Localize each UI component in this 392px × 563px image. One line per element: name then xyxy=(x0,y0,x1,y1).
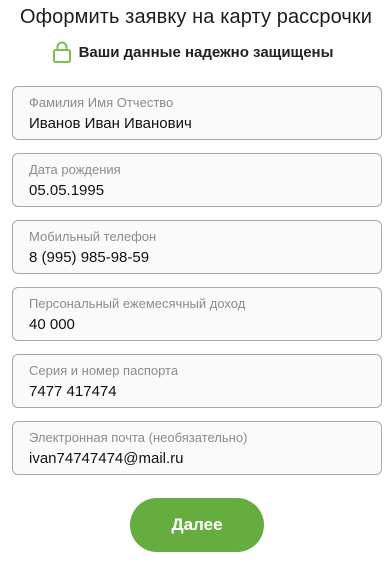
next-button[interactable]: Далее xyxy=(130,498,264,552)
full-name-field[interactable]: Фамилия Имя Отчество Иванов Иван Иванови… xyxy=(12,86,382,140)
email-input[interactable]: ivan74747474@mail.ru xyxy=(29,450,369,468)
passport-field[interactable]: Серия и номер паспорта 7477 417474 xyxy=(12,354,382,408)
phone-label: Мобильный телефон xyxy=(29,229,157,244)
birth-date-label: Дата рождения xyxy=(29,162,121,177)
application-form: Фамилия Имя Отчество Иванов Иван Иванови… xyxy=(12,86,382,488)
phone-input[interactable]: 8 (995) 985-98-59 xyxy=(29,249,369,267)
income-field[interactable]: Персональный ежемесячный доход 40 000 xyxy=(12,287,382,341)
security-text: Ваши данные надежно защищены xyxy=(78,43,334,61)
full-name-input[interactable]: Иванов Иван Иванович xyxy=(29,115,369,133)
security-notice: Ваши данные надежно защищены xyxy=(0,40,392,64)
email-label: Электронная почта (необязательно) xyxy=(29,430,248,445)
full-name-label: Фамилия Имя Отчество xyxy=(29,95,174,110)
passport-label: Серия и номер паспорта xyxy=(29,363,179,378)
income-input[interactable]: 40 000 xyxy=(29,316,369,334)
email-field[interactable]: Электронная почта (необязательно) ivan74… xyxy=(12,421,382,475)
passport-input[interactable]: 7477 417474 xyxy=(29,383,369,401)
phone-field[interactable]: Мобильный телефон 8 (995) 985-98-59 xyxy=(12,220,382,274)
page-title: Оформить заявку на карту рассрочки xyxy=(19,6,373,28)
income-label: Персональный ежемесячный доход xyxy=(29,296,246,311)
lock-icon xyxy=(52,41,71,63)
birth-date-field[interactable]: Дата рождения 05.05.1995 xyxy=(12,153,382,207)
birth-date-input[interactable]: 05.05.1995 xyxy=(29,182,369,200)
